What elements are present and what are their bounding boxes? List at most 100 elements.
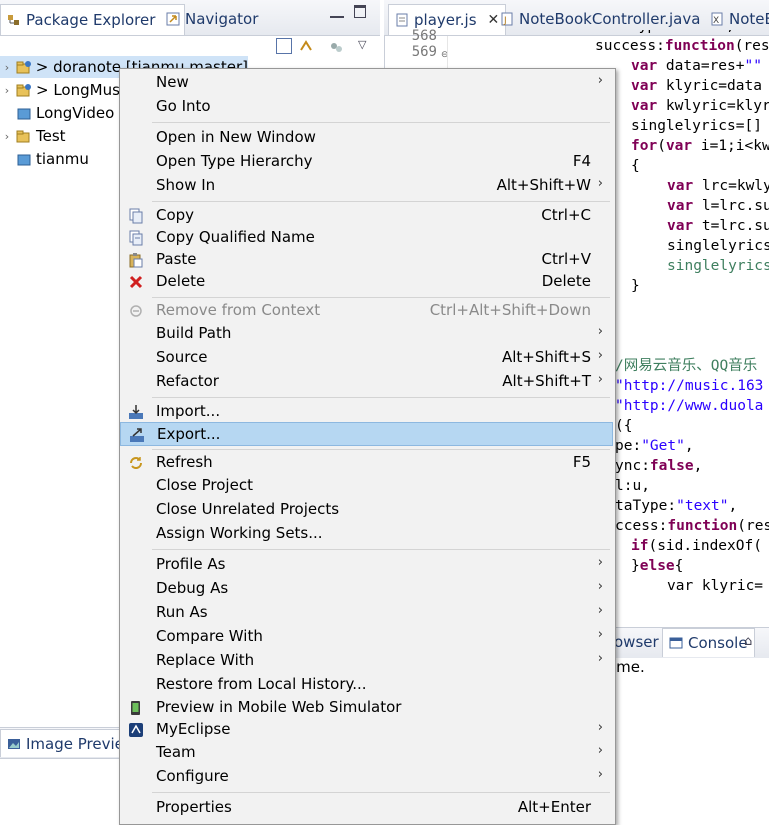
menu-item-label: Export... [157,425,221,443]
submenu-arrow-icon: › [597,767,603,782]
submenu-arrow-icon: › [597,372,603,387]
console-text: ime. [612,658,645,676]
tree-item-longvideo[interactable]: LongVideo [0,102,114,124]
tab-navigator-label: Navigator [185,10,259,28]
project-icon [16,82,32,98]
submenu-arrow-icon: › [597,555,603,570]
menu-separator [152,201,610,202]
menu-item-label: Configure [156,767,229,785]
svg-text:/网易云音乐、QQ音乐: /网易云音乐、QQ音乐 [615,357,757,374]
menu-item-assign-working-sets[interactable]: Assign Working Sets... [120,522,613,546]
menu-item-source[interactable]: Source Alt+Shift+S › [120,346,613,370]
menu-item-go-into[interactable]: Go Into [120,95,613,119]
menu-item-restore-from-local-history[interactable]: Restore from Local History... [120,673,613,697]
svg-text:taType:"text",: taType:"text", [615,498,737,514]
menu-item-profile-as[interactable]: Profile As › [120,553,613,577]
delete-icon [128,274,144,290]
expand-arrow-icon[interactable]: › [0,61,14,74]
svg-text:"http://www.duola: "http://www.duola [615,398,763,414]
menu-item-remove-from-context: Remove from Context Ctrl+Alt+Shift+Down [120,299,613,323]
menu-item-configure[interactable]: Configure › [120,765,613,789]
tab-package-explorer-label: Package Explorer [26,11,156,29]
svg-text:success:function(res: success:function(res [595,38,769,54]
closed-project-icon [16,151,32,167]
menu-item-preview-in-mobile-web-simulator[interactable]: Preview in Mobile Web Simulator [120,696,613,720]
view-menu-dots-icon[interactable] [330,40,344,52]
project-icon [16,59,32,75]
menu-item-shortcut: Ctrl+V [541,250,591,268]
menu-item-refresh[interactable]: Refresh F5 [120,451,613,475]
tab-label: NoteB [729,10,769,28]
menu-item-open-in-new-window[interactable]: Open in New Window [120,126,613,150]
tree-item-test[interactable]: › Test [0,125,66,147]
import-icon [128,404,144,420]
svg-text:"http://music.163: "http://music.163 [615,378,763,394]
menu-separator [152,397,610,398]
closed-project-icon [16,105,32,121]
svg-text:singlelyrics: singlelyrics [667,258,769,274]
menu-item-replace-with[interactable]: Replace With › [120,649,613,673]
menu-item-label: Debug As [156,579,229,597]
view-menu-chevron-icon[interactable]: ▽ [358,38,366,51]
minimize-icon[interactable] [330,6,344,18]
java-file-icon: J [500,12,514,26]
expand-arrow-icon[interactable]: › [0,84,14,97]
menu-item-open-type-hierarchy[interactable]: Open Type Hierarchy F4 [120,150,613,174]
submenu-arrow-icon: › [597,348,603,363]
menu-item-copy-qualified-name[interactable]: Copy Qualified Name [120,226,613,250]
menu-item-import[interactable]: Import... [120,400,613,424]
submenu-arrow-icon: › [597,324,603,339]
paste-icon [128,252,144,268]
tab-browser[interactable]: owser [608,628,665,656]
svg-text:for(var i=1;i<kw: for(var i=1;i<kw [631,138,769,154]
tab-browser-label: owser [614,633,659,651]
menu-item-close-project[interactable]: Close Project [120,474,613,498]
menu-item-compare-with[interactable]: Compare With › [120,625,613,649]
expand-arrow-icon[interactable]: › [0,130,14,143]
collapse-all-icon[interactable] [276,38,292,54]
menu-item-label: Refactor [156,372,219,390]
menu-item-show-in[interactable]: Show In Alt+Shift+W › [120,174,613,198]
menu-separator [152,449,610,450]
menu-item-label: Copy [156,206,195,224]
tree-item-longmusic[interactable]: › > LongMusic [0,79,133,101]
tab-navigator[interactable]: Navigator [160,4,264,34]
menu-item-delete[interactable]: Delete Delete [120,270,613,294]
tab-label: NoteBookController.java [519,10,701,28]
link-with-editor-icon[interactable] [298,38,314,54]
menu-item-team[interactable]: Team › [120,741,613,765]
menu-item-label: Restore from Local History... [156,675,367,693]
submenu-arrow-icon: › [597,579,603,594]
menu-item-shortcut: F4 [572,152,591,170]
tree-item-tianmu[interactable]: tianmu [0,148,89,170]
svg-text:J: J [503,16,507,26]
svg-text:singlelyrics: singlelyrics [667,238,769,254]
menu-item-new[interactable]: New › [120,71,613,95]
menu-item-run-as[interactable]: Run As › [120,601,613,625]
copy-qualified-name-icon [128,230,144,246]
view-menu-icon[interactable]: ⌂ [744,634,752,649]
menu-item-myeclipse[interactable]: MyEclipse › [120,718,613,742]
tab-package-explorer[interactable]: Package Explorer ✕ [0,4,186,35]
menu-item-export[interactable]: Export... [120,422,613,446]
menu-item-refactor[interactable]: Refactor Alt+Shift+T › [120,370,613,394]
svg-text:{: { [631,158,640,174]
tab-console[interactable]: Console [662,628,755,657]
tab-player-js-label: player.js [414,11,477,29]
menu-item-label: Close Project [156,476,253,494]
submenu-arrow-icon: › [597,743,603,758]
menu-item-label: Preview in Mobile Web Simulator [156,698,402,716]
submenu-arrow-icon: › [597,651,603,666]
menu-item-copy[interactable]: Copy Ctrl+C [120,204,613,228]
menu-item-paste[interactable]: Paste Ctrl+V [120,248,613,272]
menu-item-label: Open Type Hierarchy [156,152,313,170]
menu-item-label: Close Unrelated Projects [156,500,340,518]
menu-item-label: Go Into [156,97,211,115]
menu-item-build-path[interactable]: Build Path › [120,322,613,346]
js-file-icon [395,13,409,27]
maximize-icon[interactable] [354,5,366,18]
menu-item-debug-as[interactable]: Debug As › [120,577,613,601]
menu-item-properties[interactable]: Properties Alt+Enter [120,796,613,820]
menu-separator [152,549,610,550]
menu-item-close-unrelated-projects[interactable]: Close Unrelated Projects [120,498,613,522]
